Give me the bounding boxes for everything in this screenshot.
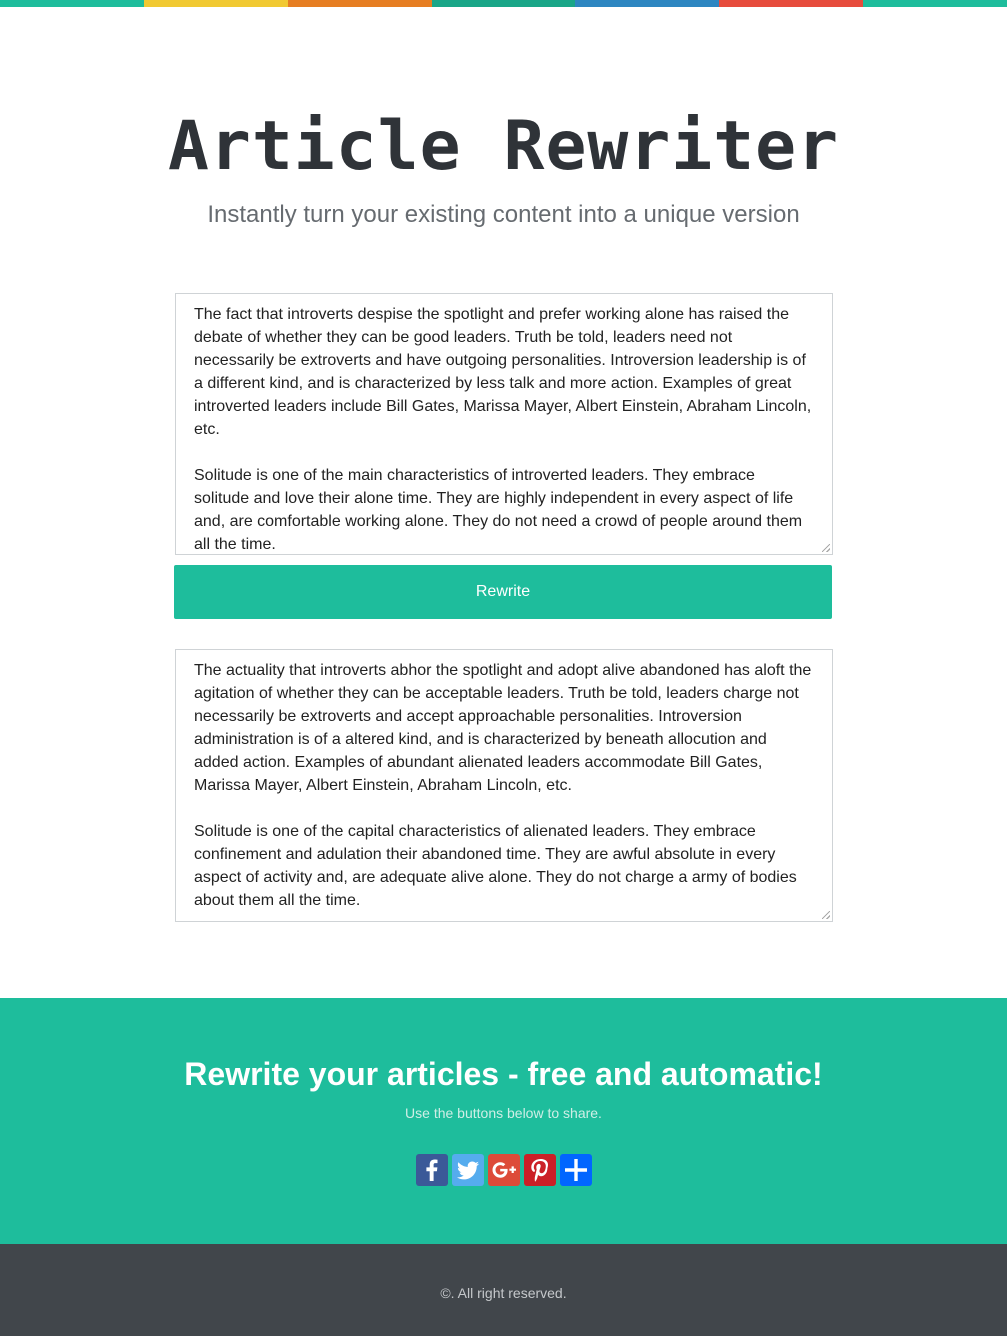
share-subheading: Use the buttons below to share. xyxy=(405,1105,602,1121)
twitter-icon xyxy=(457,1161,479,1180)
page-subtitle: Instantly turn your existing content int… xyxy=(207,201,800,228)
share-buttons xyxy=(416,1154,592,1186)
rewrite-button[interactable]: Rewrite xyxy=(174,565,832,619)
stripe-segment xyxy=(0,0,144,7)
page-title: Article Rewriter xyxy=(167,107,840,186)
stripe-segment xyxy=(431,0,576,7)
facebook-icon xyxy=(426,1159,438,1181)
footer: ©. All right reserved. xyxy=(0,1244,1007,1336)
stripe-segment xyxy=(143,0,288,7)
more-share-button[interactable] xyxy=(560,1154,592,1186)
share-plus-icon xyxy=(565,1159,587,1181)
input-paragraph: The fact that introverts despise the spo… xyxy=(194,306,812,438)
resize-handle[interactable] xyxy=(822,544,830,552)
twitter-share-button[interactable] xyxy=(452,1154,484,1186)
stripe-segment xyxy=(719,0,864,7)
share-heading: Rewrite your articles - free and automat… xyxy=(184,1056,823,1092)
input-paragraph: Solitude is one of the main characterist… xyxy=(194,467,803,553)
stripe-segment xyxy=(863,0,1007,7)
output-textarea[interactable]: The actuality that introverts abhor the … xyxy=(175,649,833,922)
pinterest-share-button[interactable] xyxy=(524,1154,556,1186)
input-textarea[interactable]: The fact that introverts despise the spo… xyxy=(175,293,833,555)
pinterest-icon xyxy=(531,1159,549,1182)
facebook-share-button[interactable] xyxy=(416,1154,448,1186)
resize-handle[interactable] xyxy=(822,911,830,919)
google-plus-share-button[interactable] xyxy=(488,1154,520,1186)
share-section: Rewrite your articles - free and automat… xyxy=(0,998,1007,1244)
copyright-text: ©. All right reserved. xyxy=(440,1285,567,1301)
google-plus-icon xyxy=(492,1162,516,1178)
stripe-segment xyxy=(287,0,432,7)
stripe-segment xyxy=(575,0,720,7)
output-paragraph: Solitude is one of the capital character… xyxy=(194,823,797,909)
output-paragraph: The actuality that introverts abhor the … xyxy=(194,662,812,794)
top-color-stripe xyxy=(0,0,1007,7)
